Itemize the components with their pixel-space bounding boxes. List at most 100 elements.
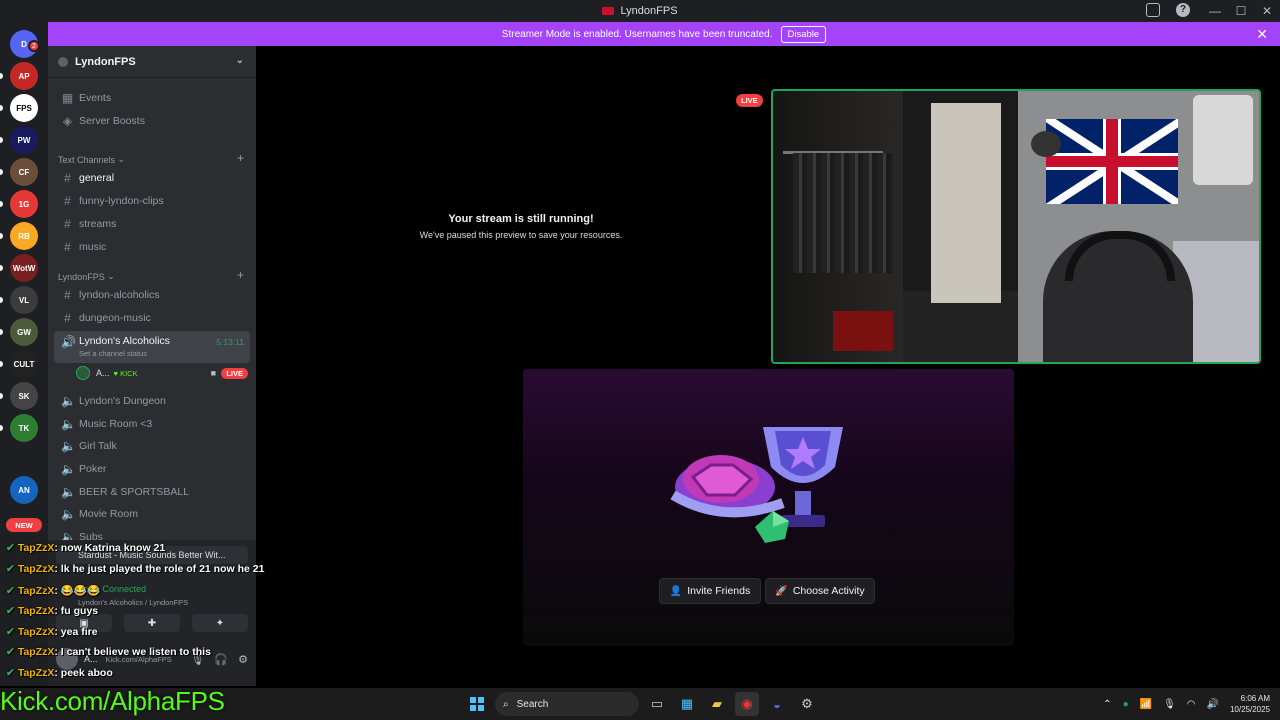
chat-message: ✔ TapZzX: fu guys — [6, 605, 99, 617]
server-icon[interactable]: PW — [10, 126, 38, 154]
store-icon[interactable]: ▦ — [675, 692, 699, 716]
check-icon: ✔ — [6, 626, 15, 638]
speaker-icon: 🔊 — [61, 335, 76, 349]
system-tray: ⌃ ● 📶 🎙 ◠ 🔊 6:06 AM 10/25/2025 — [1103, 692, 1270, 716]
voice-channel-poker[interactable]: 🔈 Poker — [54, 458, 250, 479]
gear-icon[interactable]: ⚙ — [238, 653, 248, 666]
events-item[interactable]: ▦ Events — [54, 87, 250, 108]
boost-icon: ◈ — [62, 113, 73, 128]
server-icon[interactable]: AN — [10, 476, 38, 504]
title-bar: LyndonFPS ? — ☐ ✕ — [0, 0, 1280, 22]
inbox-icon[interactable] — [1146, 3, 1160, 17]
voice-channel-movie-room[interactable]: 🔈 Movie Room — [54, 503, 250, 524]
chat-user: TapZzX — [17, 542, 55, 554]
server-icon[interactable]: CF — [10, 158, 38, 186]
voice-channel-label: Girl Talk — [79, 439, 117, 452]
chat-user: TapZzX — [17, 626, 55, 638]
channel-dungeon-music[interactable]: # dungeon-music — [54, 307, 250, 328]
wifi-icon[interactable]: ◠ — [1187, 699, 1196, 710]
choose-activity-button[interactable]: 🚀 Choose Activity — [765, 578, 875, 604]
chat-message: ✔ TapZzX: lk he just played the role of 2… — [6, 563, 265, 575]
voice-channel-girl-talk[interactable]: 🔈 Girl Talk — [54, 435, 250, 456]
maximize-button[interactable]: ☐ — [1228, 4, 1254, 18]
chevron-up-icon[interactable]: ⌃ — [1103, 699, 1111, 710]
headphones-icon[interactable]: 🎧 — [214, 653, 228, 666]
server-icon[interactable]: AP — [10, 62, 38, 90]
voice-channel-label: Movie Room — [79, 507, 138, 520]
voice-channel-music-room[interactable]: 🔈 Music Room <3 — [54, 413, 250, 434]
server-icon[interactable]: WotW — [10, 254, 38, 282]
channel-label: general — [79, 171, 115, 184]
chat-text: now Katrina know 21 — [60, 542, 166, 554]
check-icon: ✔ — [6, 605, 15, 617]
voice-user-row[interactable]: A... ♥ KICK ■ LIVE — [76, 364, 248, 382]
start-button[interactable] — [465, 692, 489, 716]
voice-channel-label: Poker — [79, 462, 107, 475]
stream-video-tile[interactable] — [771, 89, 1261, 364]
live-badge[interactable]: LIVE — [221, 367, 248, 379]
taskbar-search[interactable]: ⌕ Search — [495, 692, 639, 716]
disable-streamer-mode-button[interactable]: Disable — [780, 25, 827, 43]
voice-channel-lyndons-dungeon[interactable]: 🔈 Lyndon's Dungeon — [54, 390, 250, 411]
task-view-icon[interactable]: ▭ — [645, 692, 669, 716]
volume-icon[interactable]: 🔊 — [1207, 699, 1219, 710]
server-icon[interactable]: 1G — [10, 190, 38, 218]
avatar — [76, 366, 90, 380]
server-icon[interactable]: FPS — [10, 94, 38, 122]
chat-user: TapZzX — [17, 585, 55, 597]
activities-button[interactable]: ✚ — [124, 614, 180, 632]
discord-icon[interactable]: ◒ — [765, 692, 789, 716]
server-icon[interactable]: RB — [10, 222, 38, 250]
server-icon[interactable]: CULT — [10, 350, 38, 378]
voice-channel-lyndons-alcoholics[interactable]: 🔊 Lyndon's Alcoholics 5:13:11 Set a chan… — [54, 331, 250, 363]
minimize-button[interactable]: — — [1202, 4, 1228, 18]
window-title: LyndonFPS — [620, 5, 678, 17]
taskbar-apps: ⌕ Search ▭ ▦ ▰ ◉ ◒ ⚙ — [465, 692, 819, 716]
channel-general[interactable]: # general — [54, 167, 250, 188]
server-icon[interactable]: SK — [10, 382, 38, 410]
hash-icon: # — [64, 170, 71, 185]
channel-lyndon-alcoholics[interactable]: # lyndon-alcoholics — [54, 284, 250, 305]
category-text-channels[interactable]: Text Channels ⌄ — [58, 154, 125, 165]
category-lyndonfps[interactable]: LyndonFPS ⌄ — [58, 271, 115, 282]
file-explorer-icon[interactable]: ▰ — [705, 692, 729, 716]
invite-friends-button[interactable]: 👤 Invite Friends — [659, 578, 761, 604]
chevron-down-icon: ⌄ — [235, 55, 244, 66]
add-channel-icon[interactable]: + — [237, 151, 244, 165]
speaker-icon: 🔈 — [61, 416, 76, 431]
video-red-object — [833, 311, 893, 351]
server-boosts-item[interactable]: ◈ Server Boosts — [54, 110, 250, 131]
chrome-icon[interactable]: ◉ — [735, 692, 759, 716]
channel-status[interactable]: Set a channel status — [79, 349, 147, 358]
channel-label: music — [79, 240, 107, 253]
guild-header[interactable]: LyndonFPS ⌄ — [48, 46, 256, 78]
check-icon: ✔ — [6, 542, 15, 554]
mic-icon[interactable]: 🎙 — [1163, 699, 1176, 710]
clock[interactable]: 6:06 AM 10/25/2025 — [1230, 693, 1270, 715]
close-window-button[interactable]: ✕ — [1254, 4, 1280, 18]
channel-music[interactable]: # music — [54, 236, 250, 257]
voice-channel-beer-sportsball[interactable]: 🔈 BEER & SPORTSBALL — [54, 481, 250, 502]
server-icon[interactable]: TK — [10, 414, 38, 442]
events-label: Events — [79, 91, 112, 104]
search-icon: ⌕ — [503, 698, 509, 710]
help-icon[interactable]: ? — [1176, 3, 1190, 17]
chat-message: ✔ TapZzX: yea fire — [6, 626, 98, 638]
status-dot-icon[interactable]: ● — [1123, 699, 1129, 710]
unread-pip — [0, 201, 3, 207]
soundboard-button[interactable]: ✦ — [192, 614, 248, 632]
speaker-icon: 🔈 — [61, 461, 76, 476]
add-channel-icon[interactable]: + — [237, 268, 244, 282]
calendar-icon: ▦ — [61, 90, 74, 105]
close-banner-icon[interactable]: ✕ — [1256, 26, 1268, 43]
server-icon[interactable]: VL — [10, 286, 38, 314]
channel-streams[interactable]: # streams — [54, 213, 250, 234]
paused-subtitle: We've paused this preview to save your r… — [419, 230, 623, 240]
new-badge: NEW — [6, 518, 42, 532]
server-icon[interactable]: GW — [10, 318, 38, 346]
voice-channel-label: Lyndon's Dungeon — [79, 394, 166, 407]
settings-icon[interactable]: ⚙ — [795, 692, 819, 716]
channel-funny-lyndon-clips[interactable]: # funny-lyndon-clips — [54, 190, 250, 211]
network-icon[interactable]: 📶 — [1140, 699, 1152, 710]
chat-message: ✔ TapZzX: peek aboo — [6, 667, 113, 679]
